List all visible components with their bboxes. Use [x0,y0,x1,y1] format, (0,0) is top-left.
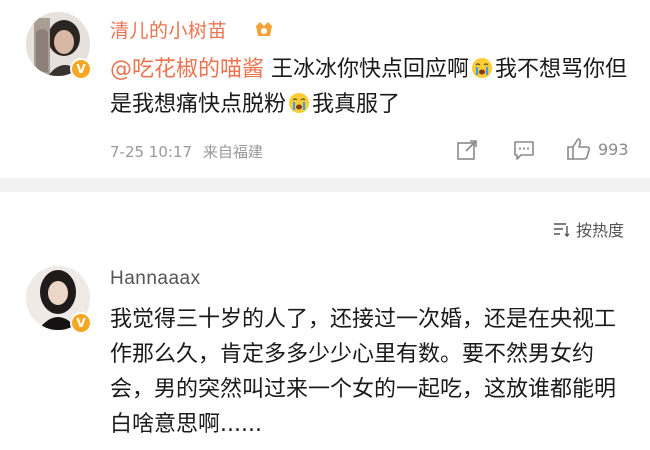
sort-by-hot-button[interactable]: 按热度 [552,217,624,241]
post-timestamp: 7-25 10:17 [110,143,193,161]
post-meta: 7-25 10:17 来自福建 [110,141,263,162]
crying-face-emoji [289,93,310,113]
post-text-part1: 王冰冰你快点回应啊 [264,57,470,82]
post-text-part3: 我真服了 [312,92,401,117]
verified-badge-icon: V [70,58,92,80]
share-icon[interactable] [456,139,478,161]
post-text: @吃花椒的喵酱 王冰冰你快点回应啊 我不想骂你但是我想痛快点脱粉 我真服了 [110,52,630,122]
comments-section: 按热度 V Hannaaax 我觉得三十岁的人了，还接过一次婚，还是在央视工作那… [0,192,650,450]
crying-face-emoji [472,58,493,78]
vip-badge-icon [256,22,272,36]
post-username[interactable]: 清儿的小树苗 [110,16,227,43]
post-source: 来自福建 [202,143,263,161]
post-card: V 清儿的小树苗 @吃花椒的喵酱 王冰冰你快点回应啊 我不想骂你但是我想痛快点脱… [0,0,650,178]
comment-text: 我觉得三十岁的人了，还接过一次婚，还是在央视工作那么久，肯定多多少少心里有数。要… [110,307,617,437]
section-divider [0,178,650,192]
comment-verified-badge-icon: V [70,312,92,334]
like-count: 993 [598,140,629,159]
like-icon[interactable] [566,137,592,161]
comment-username[interactable]: Hannaaax [110,268,201,290]
mention-link[interactable]: @吃花椒的喵酱 [110,57,264,82]
sort-label: 按热度 [576,221,625,240]
sort-icon [554,223,570,237]
comment-icon[interactable] [512,139,536,161]
